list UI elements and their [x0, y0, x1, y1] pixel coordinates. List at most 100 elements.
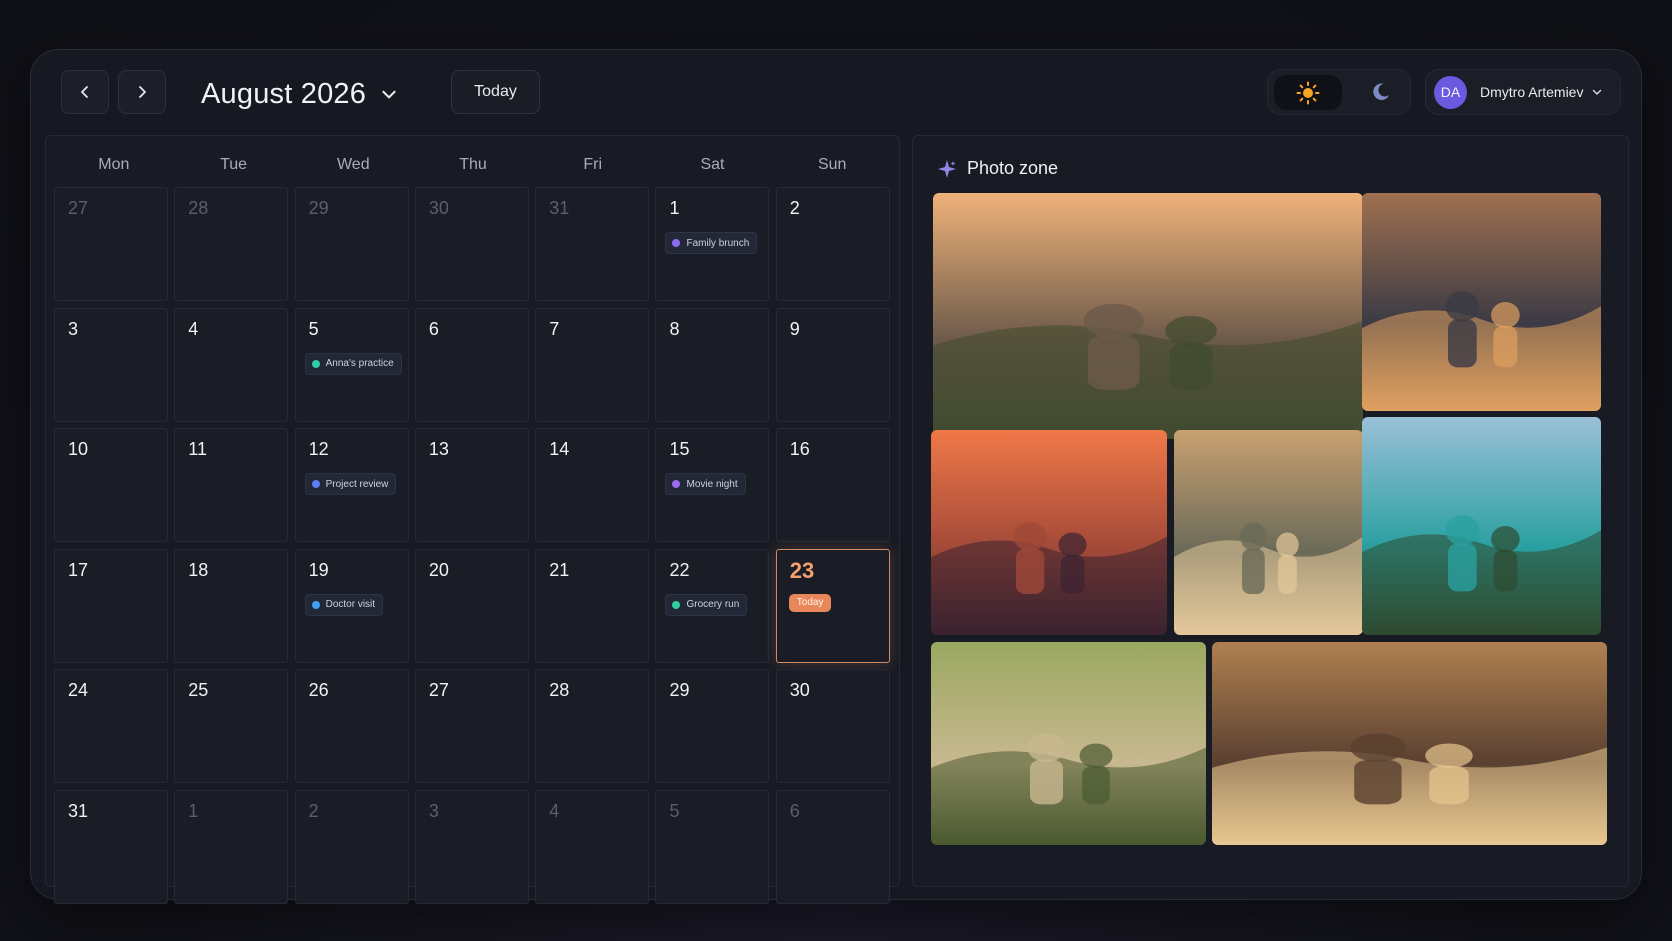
day-number: 1 [669, 198, 680, 218]
theme-toggle[interactable] [1267, 69, 1411, 115]
day-cell[interactable]: 25 [174, 669, 289, 783]
day-cell[interactable]: 21 [535, 548, 650, 663]
day-cell[interactable]: 16 [775, 428, 890, 542]
weekday-label: Tue [220, 156, 248, 173]
day-cell[interactable]: 12 Project review [294, 428, 409, 542]
day-cell[interactable]: 8 [655, 307, 770, 422]
prev-month-button[interactable] [61, 70, 109, 114]
day-cell[interactable]: 4 [535, 789, 650, 904]
day-cell[interactable]: 31 [535, 187, 650, 301]
event-dot [311, 480, 320, 488]
day-number: 5 [308, 318, 319, 339]
day-cell[interactable]: 11 [174, 428, 289, 542]
day-number: 13 [428, 439, 449, 459]
day-cell[interactable]: 28 [174, 187, 289, 301]
day-cell[interactable]: 20 [414, 548, 529, 663]
day-cell[interactable]: 30 [775, 669, 890, 783]
day-cell[interactable]: 3 [414, 789, 529, 904]
event-chip[interactable]: Anna's practice [304, 352, 402, 375]
day-number: 14 [549, 439, 570, 459]
day-cell-today[interactable]: 23 Today [775, 548, 890, 663]
sun-icon [1296, 81, 1320, 104]
day-cell[interactable]: 27 [54, 187, 168, 301]
event-chip[interactable]: Movie night [665, 473, 746, 495]
avatar: DA [1434, 75, 1467, 109]
event-chip[interactable]: Doctor visit [304, 593, 384, 616]
weekday-label: Sun [817, 156, 847, 173]
event-chip[interactable]: Grocery run [665, 593, 748, 616]
event-chip[interactable]: Project review [304, 473, 397, 495]
day-number: 15 [669, 439, 690, 459]
day-cell[interactable]: 17 [54, 548, 168, 663]
day-cell[interactable]: 2 [294, 789, 409, 904]
day-number: 2 [308, 800, 319, 821]
day-cell[interactable]: 3 [54, 307, 168, 422]
day-cell[interactable]: 6 [414, 307, 529, 422]
day-cell[interactable]: 1 Family brunch [655, 187, 770, 301]
event-chip[interactable]: Family brunch [665, 232, 758, 254]
day-cell[interactable]: 15 Movie night [655, 428, 770, 542]
day-number: 20 [428, 559, 449, 580]
day-cell[interactable]: 4 [174, 307, 289, 422]
chevron-right-icon [139, 86, 146, 98]
light-mode-option[interactable] [1274, 75, 1342, 110]
event-dot [311, 359, 320, 368]
event-label: Doctor visit [325, 599, 376, 610]
next-month-button[interactable] [118, 70, 166, 114]
event-label: Project review [325, 478, 389, 490]
top-bar: August 2026 Today DA Dmytro Artemiev [31, 50, 1641, 136]
day-cell[interactable]: 9 [775, 307, 890, 422]
day-number: 10 [68, 439, 89, 459]
user-menu[interactable]: DA Dmytro Artemiev [1425, 69, 1621, 115]
month-selector[interactable]: August 2026 [201, 74, 398, 114]
day-cell[interactable]: 31 [54, 789, 168, 904]
day-cell[interactable]: 30 [414, 187, 529, 301]
day-number: 25 [188, 680, 209, 700]
family-hillside-photo[interactable] [933, 193, 1363, 439]
day-cell[interactable]: 22 Grocery run [655, 548, 770, 663]
day-number: 3 [428, 800, 439, 821]
day-cell[interactable]: 2 [775, 187, 890, 301]
day-number: 29 [669, 680, 690, 700]
day-cell[interactable]: 6 [775, 789, 890, 904]
birthday-cake-photo[interactable] [1362, 193, 1601, 411]
day-number: 31 [68, 800, 89, 821]
month-calendar: Mon Tue Wed Thu Fri Sat Sun 27 28 29 30 31 1 Family … [45, 135, 900, 904]
day-cell[interactable]: 7 [535, 307, 650, 422]
day-number: 24 [68, 680, 89, 700]
day-cell[interactable]: 26 [294, 669, 409, 783]
day-cell[interactable]: 24 [54, 669, 168, 783]
beach-sunset-photo[interactable] [931, 430, 1167, 635]
day-cell[interactable]: 5 [655, 789, 770, 904]
day-cell[interactable]: 18 [174, 548, 289, 663]
day-cell[interactable]: 14 [535, 428, 650, 542]
today-button[interactable]: Today [451, 70, 540, 114]
day-cell[interactable]: 28 [535, 669, 650, 783]
weekday-label: Fri [583, 156, 603, 173]
weekday-label: Sat [700, 156, 725, 173]
day-cell[interactable]: 19 Doctor visit [294, 548, 409, 663]
mountain-lake-photo[interactable] [1362, 417, 1601, 635]
day-cell[interactable]: 29 [294, 187, 409, 301]
day-cell[interactable]: 27 [414, 669, 529, 783]
day-cell[interactable]: 13 [414, 428, 529, 542]
day-number: 16 [789, 439, 810, 459]
day-cell[interactable]: 10 [54, 428, 168, 542]
day-number: 9 [789, 318, 800, 339]
day-number: 6 [428, 318, 439, 339]
day-number: 1 [188, 800, 199, 821]
girl-with-dog-photo[interactable] [1174, 430, 1363, 635]
moon-icon[interactable] [1370, 81, 1392, 103]
day-cell[interactable]: 1 [174, 789, 289, 904]
day-number: 27 [68, 198, 89, 218]
family-reading-photo[interactable] [1212, 642, 1607, 845]
day-cell[interactable]: 5 Anna's practice [294, 307, 409, 422]
day-number: 22 [669, 559, 690, 580]
today-badge: Today [788, 593, 832, 612]
day-cell[interactable]: 29 [655, 669, 770, 783]
event-dot [672, 600, 681, 609]
photo-zone-panel: Photo zone [912, 135, 1629, 887]
weekday-label: Mon [98, 156, 130, 173]
day-number: 21 [549, 559, 570, 580]
kids-bubbles-photo[interactable] [931, 642, 1206, 845]
